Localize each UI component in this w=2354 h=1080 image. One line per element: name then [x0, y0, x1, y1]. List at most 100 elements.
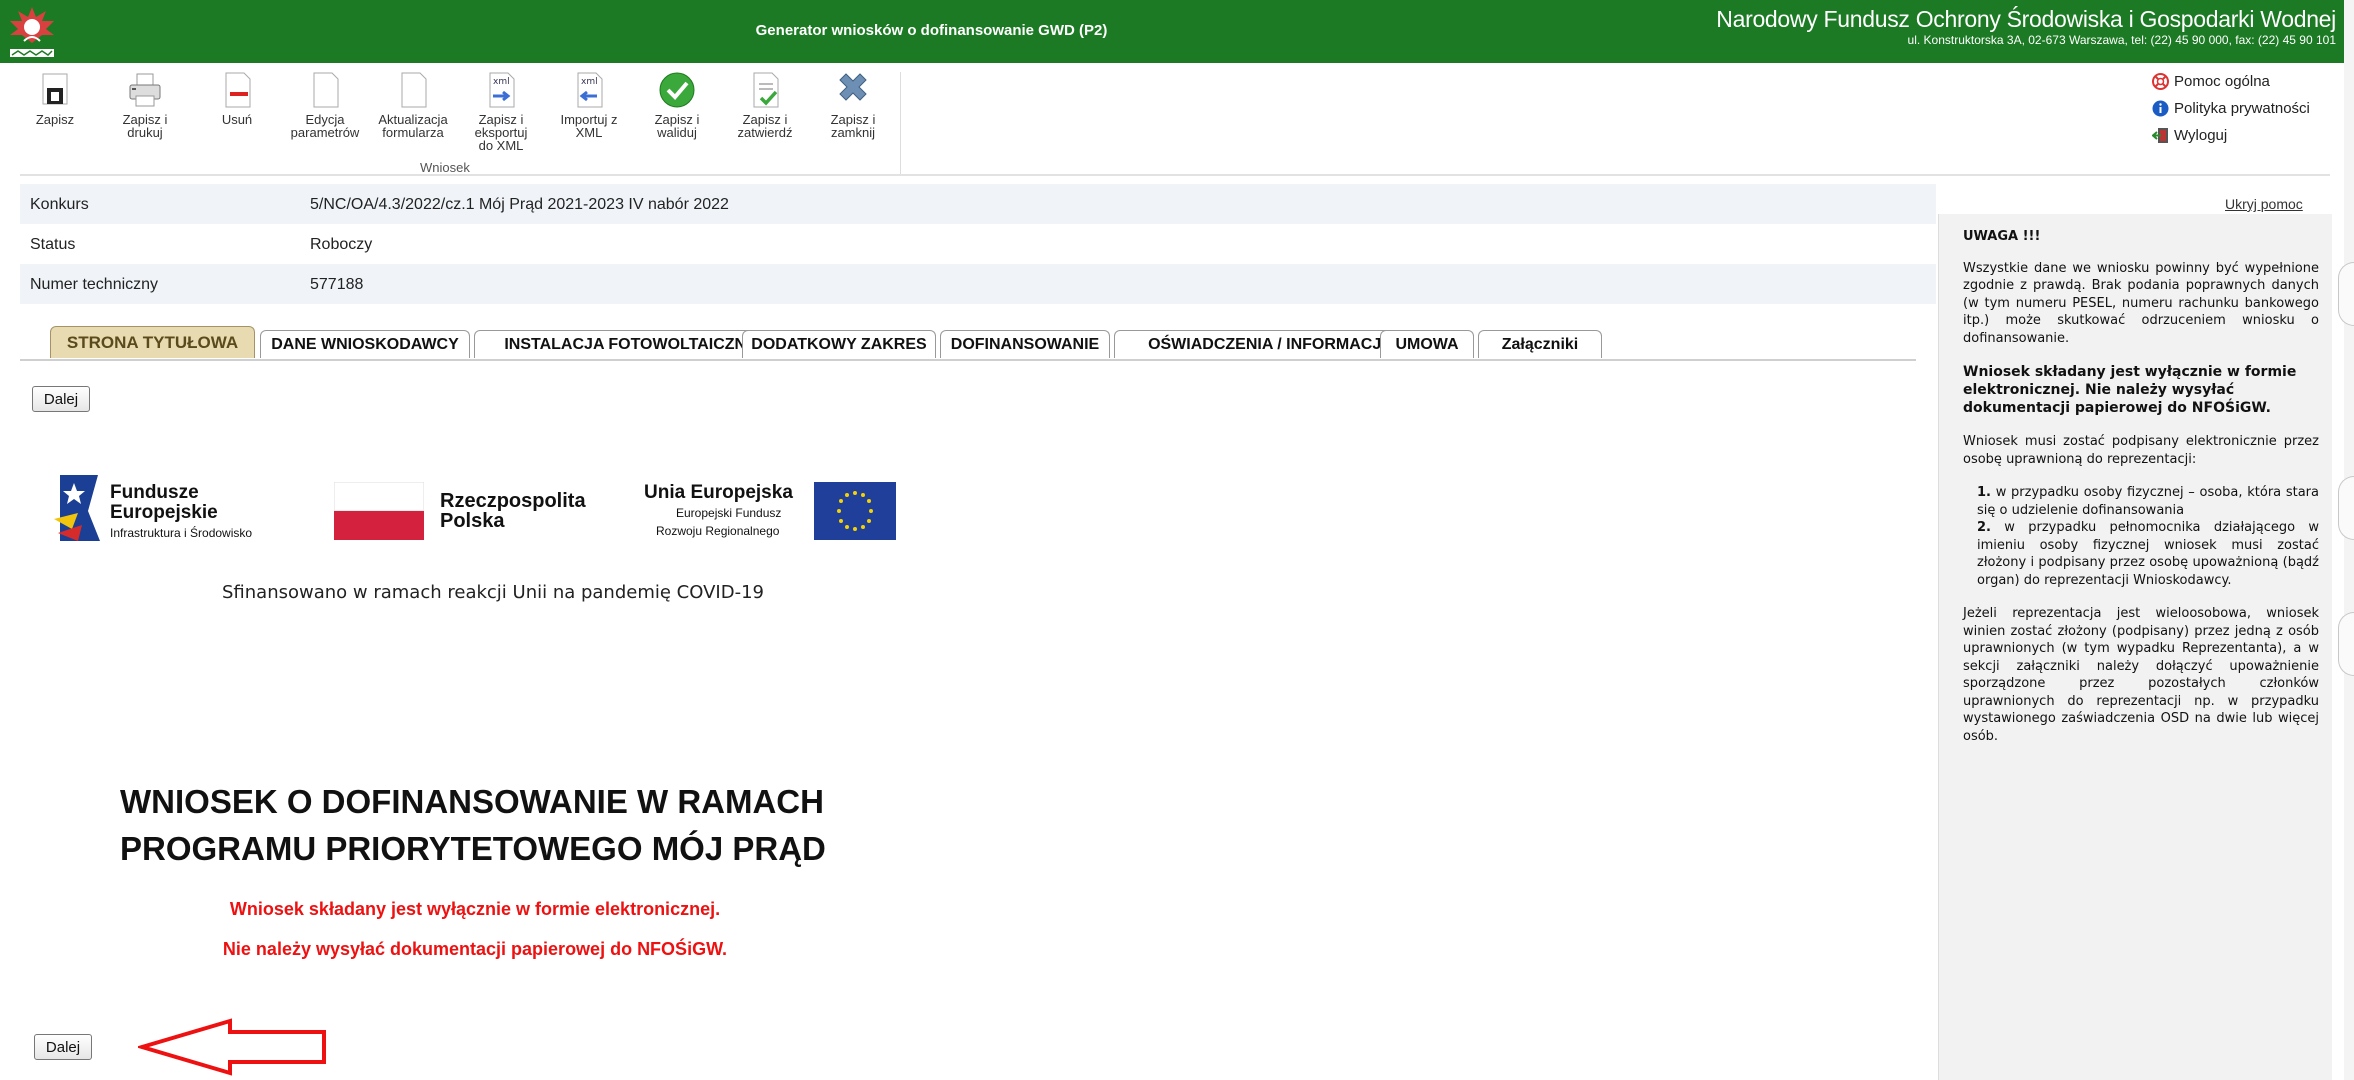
technical-number-label: Numer techniczny	[30, 276, 159, 293]
rp-logo-line2: Polska	[440, 510, 505, 532]
fe-logo-line3: Infrastruktura i Środowisko	[110, 526, 253, 540]
document-icon	[313, 72, 339, 108]
update-form-button[interactable]: Aktualizacja formularza	[378, 70, 448, 139]
save-and-export-xml-button[interactable]: xml Zapisz i eksportuj do XML	[466, 70, 536, 152]
help-list: 1. w przypadku osoby fizycznej – osoba, …	[1963, 484, 2319, 589]
application-title: WNIOSEK O DOFINANSOWANIE W RAMACH PROGRA…	[120, 778, 826, 872]
save-button[interactable]: Zapisz	[20, 70, 90, 126]
next-button-top[interactable]: Dalej	[32, 386, 90, 412]
tab-dofinansowanie[interactable]: DOFINANSOWANIE	[940, 330, 1110, 358]
toolbar-divider	[900, 72, 901, 174]
svg-text:xml: xml	[581, 77, 598, 87]
help-paragraph-2: Wniosek składany jest wyłącznie w formie…	[1963, 364, 2297, 416]
check-icon	[659, 72, 695, 108]
help-panel: UWAGA !!! Wszystkie dane we wniosku powi…	[1938, 214, 2332, 1080]
privacy-policy-label: Polityka prywatności	[2174, 100, 2310, 117]
info-row-status: Status Roboczy	[20, 224, 1936, 264]
update-form-label-2: formularza	[382, 125, 444, 140]
delete-icon	[225, 72, 251, 108]
no-paper-notice: Nie należy wysyłać dokumentacji papierow…	[222, 939, 728, 959]
application-title-line1: WNIOSEK O DOFINANSOWANIE W RAMACH	[120, 783, 824, 820]
tab-umowa[interactable]: UMOWA	[1380, 330, 1474, 358]
privacy-policy-link[interactable]: Polityka prywatności	[2152, 95, 2310, 122]
approve-label-2: zatwierdź	[737, 125, 793, 140]
app-title: Generator wniosków o dofinansowanie GWD …	[755, 22, 1108, 39]
info-row-konkurs: Konkurs 5/NC/OA/4.3/2022/cz.1 Mój Prąd 2…	[20, 184, 1936, 224]
help-list-item-1: 1. w przypadku osoby fizycznej – osoba, …	[1977, 484, 2319, 519]
general-help-label: Pomoc ogólna	[2174, 73, 2270, 90]
validate-label-2: waliduj	[657, 125, 697, 140]
save-and-print-label-2: drukuj	[127, 125, 163, 140]
import-xml-label-2: XML	[575, 125, 603, 140]
help-list-item-1-text: w przypadku osoby fizycznej – osoba, któ…	[1977, 485, 2319, 518]
fe-logo-line1: Fundusze	[110, 482, 199, 503]
hide-help-link[interactable]: Ukryj pomoc	[2225, 196, 2303, 212]
xml-import-icon: xml	[577, 72, 603, 108]
info-icon	[2152, 100, 2169, 117]
help-heading: UWAGA !!!	[1963, 229, 2041, 244]
delete-button[interactable]: Usuń	[202, 70, 272, 126]
document-icon	[401, 72, 427, 108]
toolbar-separator	[20, 174, 2330, 176]
tab-dane-wnioskodawcy[interactable]: DANE WNIOSKODAWCY	[260, 330, 470, 358]
edit-parameters-button[interactable]: Edycja parametrów	[290, 70, 360, 139]
help-list-item-2-text: w przypadku pełnomocnika działającego w …	[1977, 520, 2319, 588]
xml-export-icon: xml	[489, 72, 515, 108]
approve-icon	[753, 72, 779, 108]
tab-dodatkowy-zakres[interactable]: DODATKOWY ZAKRES	[742, 330, 936, 358]
ue-logo-line2: Europejski Fundusz	[676, 506, 782, 520]
konkurs-value: 5/NC/OA/4.3/2022/cz.1 Mój Prąd 2021-2023…	[310, 196, 729, 213]
edge-handle[interactable]	[2338, 262, 2354, 326]
save-and-close-button[interactable]: Zapisz i zamknij	[818, 70, 888, 139]
toolbar-group-label: Wniosek	[420, 160, 470, 175]
close-label-2: zamknij	[830, 125, 876, 140]
covid-funding-note: Sfinansowano w ramach reakcji Unii na pa…	[222, 582, 764, 603]
logout-link[interactable]: Wyloguj	[2152, 122, 2310, 149]
help-paragraph-3: Wniosek musi zostać podpisany elektronic…	[1963, 434, 2319, 467]
info-row-technical-number: Numer techniczny 577188	[20, 264, 1936, 304]
help-list-item-2-number: 2.	[1977, 520, 1991, 535]
fe-logo-line2: Europejskie	[110, 502, 218, 523]
fundusze-europejskie-logo-icon	[54, 475, 100, 541]
edge-handle[interactable]	[2338, 612, 2354, 676]
help-paragraph-4: Jeżeli reprezentacja jest wieloosobowa, …	[1963, 606, 2319, 744]
general-help-link[interactable]: Pomoc ogólna	[2152, 68, 2310, 95]
funding-logos: Fundusze Europejskie Infrastruktura i Śr…	[50, 468, 910, 548]
ue-logo-line3: Rozwoju Regionalnego	[656, 524, 780, 538]
application-title-line2: PROGRAMU PRIORYTETOWEGO MÓJ PRĄD	[120, 830, 826, 867]
window-edge	[2344, 0, 2354, 1080]
next-button-bottom[interactable]: Dalej	[34, 1034, 92, 1060]
help-paragraph-1: Wszystkie dane we wniosku powinny być wy…	[1963, 260, 2319, 346]
edit-parameters-label-2: parametrów	[290, 125, 360, 140]
delete-label: Usuń	[221, 112, 253, 127]
close-icon	[839, 73, 867, 101]
red-arrow-icon	[138, 1018, 326, 1076]
print-icon	[129, 73, 161, 107]
organization-name: Narodowy Fundusz Ochrony Środowiska i Go…	[1716, 6, 2336, 32]
export-xml-label-3: do XML	[478, 138, 524, 153]
import-xml-button[interactable]: xml Importuj z XML	[554, 70, 624, 139]
status-label: Status	[30, 236, 76, 253]
save-and-approve-button[interactable]: Zapisz i zatwierdź	[730, 70, 800, 139]
svg-text:xml: xml	[493, 77, 510, 87]
edge-handle[interactable]	[2338, 476, 2354, 540]
status-value: Roboczy	[310, 236, 373, 253]
tab-instalacja-fotowoltaiczna[interactable]: INSTALACJA FOTOWOLTAICZNA	[474, 330, 788, 358]
eu-flag-icon	[814, 482, 896, 540]
technical-number-value: 577188	[310, 276, 364, 293]
app-header: Generator wniosków o dofinansowanie GWD …	[0, 0, 2344, 63]
toolbar: Zapisz Zapisz i drukuj Usuń Edycja param…	[20, 70, 900, 180]
logout-icon	[2152, 128, 2168, 143]
help-list-item-2: 2. w przypadku pełnomocnika działającego…	[1977, 519, 2319, 589]
organization-address: ul. Konstruktorska 3A, 02-673 Warszawa, …	[1907, 33, 2336, 47]
lifebuoy-icon	[2152, 73, 2169, 90]
help-list-item-1-number: 1.	[1977, 485, 1991, 500]
save-label: Zapisz	[35, 112, 75, 127]
tab-zalaczniki[interactable]: Załączniki	[1478, 330, 1602, 358]
save-and-validate-button[interactable]: Zapisz i waliduj	[642, 70, 712, 139]
tab-bar-underline	[20, 359, 1916, 361]
save-icon	[42, 73, 68, 105]
electronic-only-notice: Wniosek składany jest wyłącznie w formie…	[229, 899, 721, 919]
tab-strona-tytulowa[interactable]: STRONA TYTUŁOWA	[50, 326, 255, 358]
save-and-print-button[interactable]: Zapisz i drukuj	[110, 70, 180, 139]
